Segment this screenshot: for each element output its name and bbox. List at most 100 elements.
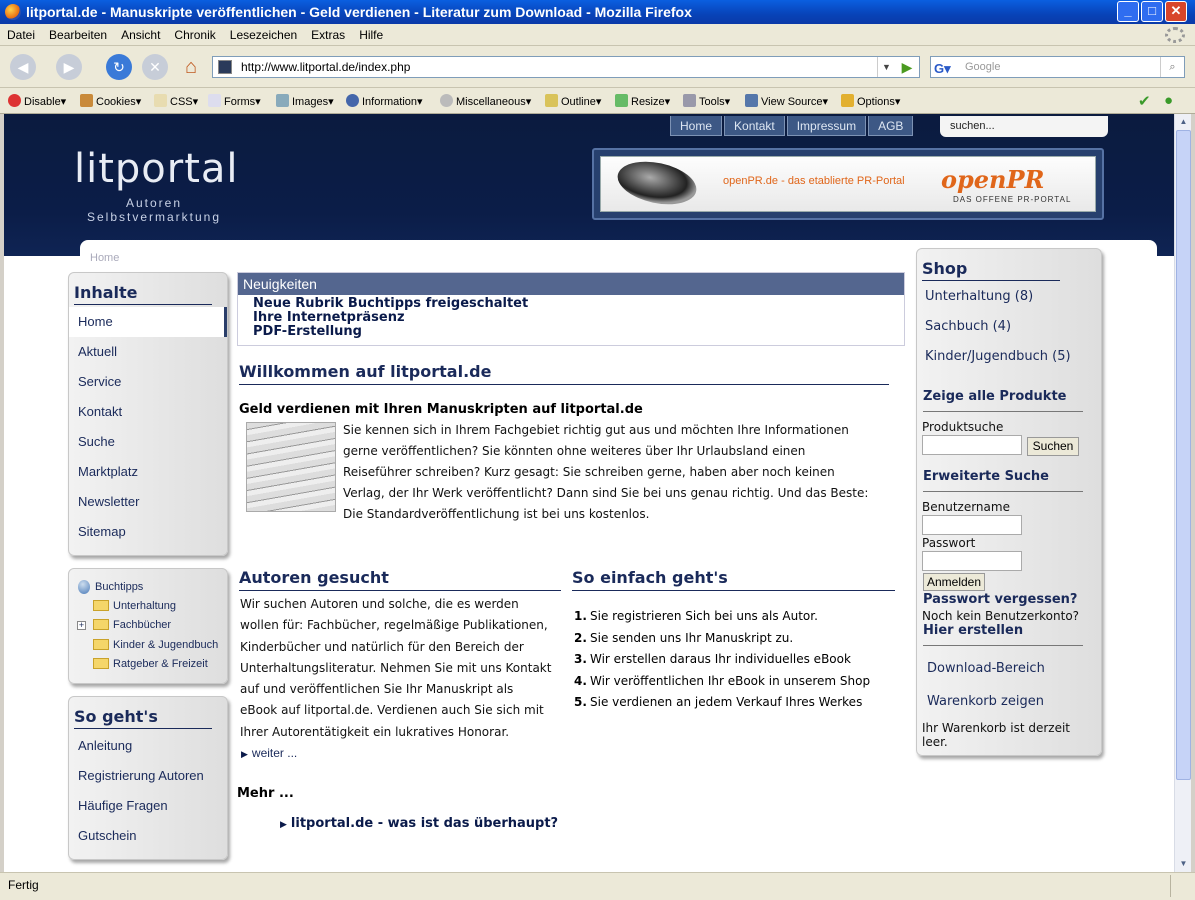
- site-tagline: Autoren Selbstvermarktung: [86, 196, 222, 224]
- dev-disable[interactable]: Disable▾: [8, 94, 66, 109]
- status-ok-icon[interactable]: ●: [1164, 92, 1173, 109]
- dev-forms[interactable]: Forms▾: [208, 94, 261, 109]
- menu-chronik[interactable]: Chronik: [167, 24, 222, 46]
- home-icon[interactable]: ⌂: [178, 54, 204, 80]
- forgot-password-link[interactable]: Passwort vergessen?: [923, 592, 1077, 607]
- tree-item-kinder-jugendbuch[interactable]: Kinder & Jugendbuch: [93, 639, 218, 651]
- menu-datei[interactable]: Datei: [0, 24, 42, 46]
- search-icon[interactable]: ⌕: [1160, 57, 1184, 77]
- menu-ansicht[interactable]: Ansicht: [114, 24, 167, 46]
- google-icon[interactable]: G▾: [934, 59, 951, 79]
- back-button[interactable]: ◀: [10, 54, 36, 80]
- tree-item-fachbuecher[interactable]: Fachbücher: [93, 619, 171, 631]
- topnav-home[interactable]: Home: [670, 116, 723, 136]
- scroll-down-icon[interactable]: ▼: [1176, 856, 1191, 871]
- sidebar-item-newsletter[interactable]: Newsletter: [69, 487, 227, 517]
- more-link[interactable]: ▶ weiter ...: [241, 746, 297, 760]
- folder-icon: [93, 600, 109, 611]
- breadcrumb[interactable]: Home: [90, 252, 119, 264]
- topnav-kontakt[interactable]: Kontakt: [724, 116, 785, 136]
- step-item: 1. Sie registrieren Sich bei uns als Auto…: [574, 609, 818, 623]
- sidebar-item-anleitung[interactable]: Anleitung: [69, 731, 227, 761]
- menu-bearbeiten[interactable]: Bearbeiten: [42, 24, 114, 46]
- close-button[interactable]: ✕: [1165, 1, 1187, 22]
- stop-icon[interactable]: ✕: [142, 54, 168, 80]
- sidebar-item-marktplatz[interactable]: Marktplatz: [69, 457, 227, 487]
- sidebar-item-registrierung[interactable]: Registrierung Autoren: [69, 761, 227, 791]
- username-field[interactable]: [922, 515, 1022, 535]
- sidebar-item-kontakt[interactable]: Kontakt: [69, 397, 227, 427]
- buchtipps-title[interactable]: Buchtipps: [95, 581, 143, 593]
- password-label: Passwort: [922, 536, 976, 550]
- search-button[interactable]: Suchen: [1027, 437, 1079, 456]
- go-icon[interactable]: ▶: [897, 57, 917, 77]
- mouse-image: [613, 155, 701, 211]
- create-account-link[interactable]: Hier erstellen: [923, 623, 1023, 638]
- shop-category[interactable]: Kinder/Jugendbuch (5): [925, 349, 1071, 364]
- tree-item-unterhaltung[interactable]: Unterhaltung: [93, 600, 176, 612]
- reload-icon[interactable]: ↻: [106, 54, 132, 80]
- show-cart-link[interactable]: Warenkorb zeigen: [927, 694, 1044, 709]
- address-bar[interactable]: http://www.litportal.de/index.php ▼ ▶: [212, 56, 920, 78]
- news-item[interactable]: Neue Rubrik Buchtipps freigeschaltet: [238, 297, 904, 311]
- vertical-scrollbar[interactable]: ▲ ▼: [1174, 114, 1191, 872]
- dev-information[interactable]: Information▾: [346, 94, 423, 109]
- openpr-banner-ad[interactable]: openPR.de - das etablierte PR-Portal ope…: [592, 148, 1104, 220]
- menu-lesezeichen[interactable]: Lesezeichen: [223, 24, 304, 46]
- download-area-link[interactable]: Download-Bereich: [927, 661, 1045, 676]
- tree-item-ratgeber-freizeit[interactable]: Ratgeber & Freizeit: [93, 658, 208, 670]
- menu-extras[interactable]: Extras: [304, 24, 352, 46]
- shop-category[interactable]: Unterhaltung (8): [925, 289, 1033, 304]
- scroll-thumb[interactable]: [1176, 130, 1191, 780]
- menu-hilfe[interactable]: Hilfe: [352, 24, 390, 46]
- dev-tools[interactable]: Tools▾: [683, 94, 730, 109]
- dev-cookies[interactable]: Cookies▾: [80, 94, 141, 109]
- web-search-input[interactable]: G▾ Google ⌕: [930, 56, 1185, 78]
- news-item[interactable]: PDF-Erstellung: [238, 325, 904, 339]
- topnav-agb[interactable]: AGB: [868, 116, 914, 136]
- dev-miscellaneous[interactable]: Miscellaneous▾: [440, 94, 531, 109]
- ad-subline: DAS OFFENE PR-PORTAL: [953, 195, 1072, 204]
- ad-brand: openPR: [941, 165, 1045, 194]
- sidebar-item-aktuell[interactable]: Aktuell: [69, 337, 227, 367]
- firefox-icon: [5, 4, 21, 20]
- scroll-up-icon[interactable]: ▲: [1176, 114, 1191, 129]
- sidebar-item-sitemap[interactable]: Sitemap: [69, 517, 227, 547]
- maximize-button[interactable]: □: [1141, 1, 1163, 22]
- topnav-impressum[interactable]: Impressum: [786, 116, 867, 136]
- advanced-search-link[interactable]: Erweiterte Suche: [923, 469, 1049, 484]
- dev-resize[interactable]: Resize▾: [615, 94, 670, 109]
- divider: [923, 645, 1083, 646]
- forward-button[interactable]: ▶: [56, 54, 82, 80]
- sidebar-item-gutschein[interactable]: Gutschein: [69, 821, 227, 851]
- dev-view-source[interactable]: View Source▾: [745, 94, 828, 109]
- login-button[interactable]: Anmelden: [923, 573, 985, 591]
- window-titlebar: litportal.de - Manuskripte veröffentlich…: [0, 0, 1195, 24]
- steps-list: 1. Sie registrieren Sich bei uns als Auto…: [574, 606, 870, 714]
- dev-options[interactable]: Options▾: [841, 94, 900, 109]
- news-item[interactable]: Ihre Internetpräsenz: [238, 311, 904, 325]
- welcome-heading: Willkommen auf litportal.de: [239, 362, 889, 385]
- buchtipps-icon: [78, 580, 90, 594]
- password-field[interactable]: [922, 551, 1022, 571]
- dev-images[interactable]: Images▾: [276, 94, 334, 109]
- url-dropdown-icon[interactable]: ▼: [877, 57, 895, 77]
- sidebar-item-service[interactable]: Service: [69, 367, 227, 397]
- status-bar: Fertig: [0, 872, 1195, 900]
- what-is-link[interactable]: ▶ litportal.de - was ist das überhaupt?: [280, 816, 558, 831]
- product-search-input[interactable]: [922, 435, 1022, 455]
- dev-outline[interactable]: Outline▾: [545, 94, 601, 109]
- site-search-input[interactable]: suchen...: [940, 116, 1108, 137]
- validation-check-icon[interactable]: ✔: [1138, 92, 1151, 110]
- site-logo[interactable]: litportal: [74, 146, 239, 192]
- username-label: Benutzername: [922, 500, 1010, 514]
- all-products-link[interactable]: Zeige alle Produkte: [923, 389, 1066, 404]
- welcome-text: Sie kennen sich in Ihrem Fachgebiet rich…: [343, 423, 869, 521]
- sidebar-item-suche[interactable]: Suche: [69, 427, 227, 457]
- minimize-button[interactable]: _: [1117, 1, 1139, 22]
- dev-css[interactable]: CSS▾: [154, 94, 198, 109]
- expand-icon[interactable]: +: [77, 621, 86, 630]
- sidebar-item-home[interactable]: Home: [69, 307, 227, 337]
- shop-category[interactable]: Sachbuch (4): [925, 319, 1011, 334]
- sidebar-item-faq[interactable]: Häufige Fragen: [69, 791, 227, 821]
